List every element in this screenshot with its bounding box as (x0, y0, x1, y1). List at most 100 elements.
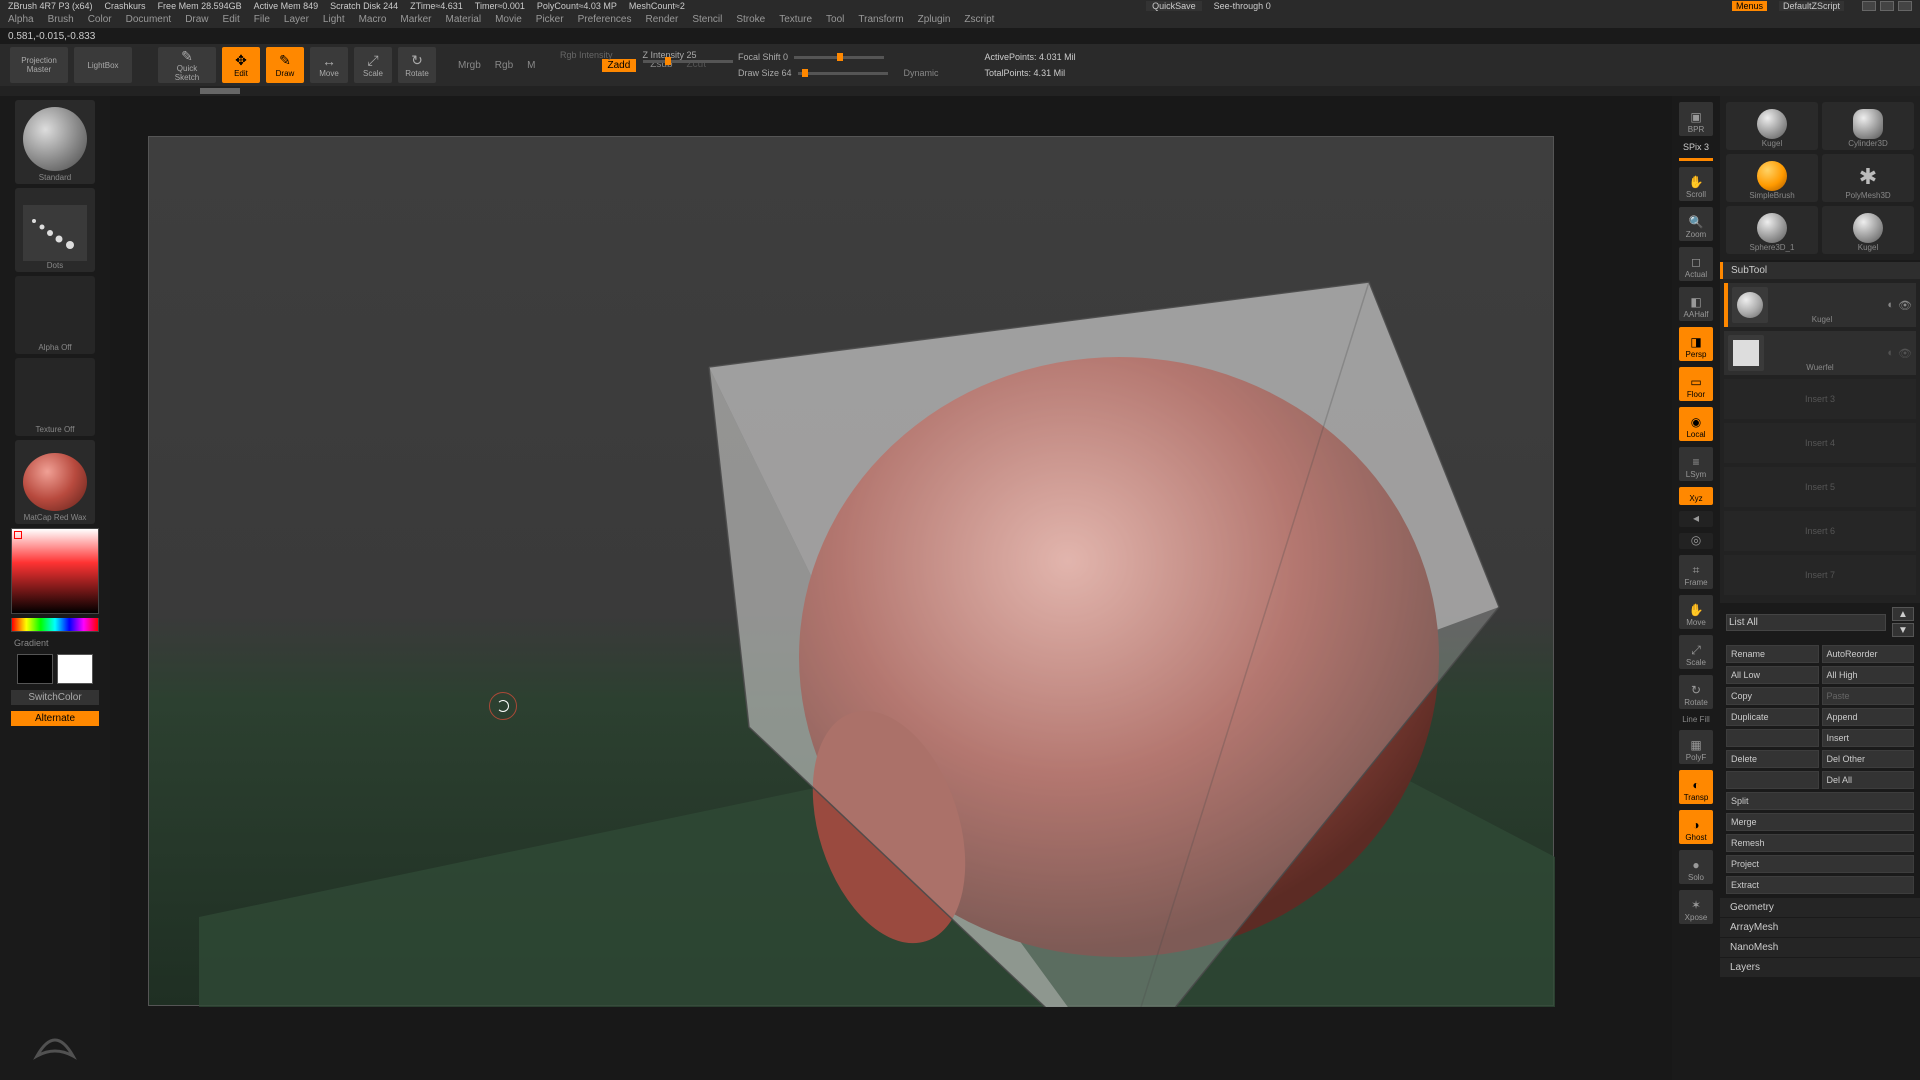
merge-button[interactable]: Merge (1726, 813, 1914, 831)
tool-sphere3d[interactable]: Sphere3D_1 (1726, 206, 1818, 254)
switchcolor-button[interactable]: SwitchColor (11, 690, 99, 705)
menu-transform[interactable]: Transform (858, 14, 903, 25)
menu-macro[interactable]: Macro (359, 14, 387, 25)
tool-cylinder[interactable]: Cylinder3D (1822, 102, 1914, 150)
eye-icon[interactable]: 👁 (1898, 347, 1912, 360)
timeline-ruler[interactable] (0, 86, 1920, 96)
persp-button[interactable]: ◨Persp (1679, 327, 1713, 361)
delother-button[interactable]: Del Other (1822, 750, 1915, 768)
menus-button[interactable]: Menus (1732, 1, 1767, 11)
fold-arraymesh[interactable]: ArrayMesh (1720, 918, 1920, 938)
scroll-button[interactable]: ✋Scroll (1679, 167, 1713, 201)
project-button[interactable]: Project (1726, 855, 1914, 873)
menu-draw[interactable]: Draw (185, 14, 208, 25)
autoreorder-button[interactable]: AutoReorder (1822, 645, 1915, 663)
quicksave-button[interactable]: QuickSave (1146, 1, 1202, 11)
polyf-button[interactable]: ▦PolyF (1679, 730, 1713, 764)
menu-zplugin[interactable]: Zplugin (918, 14, 951, 25)
close-icon[interactable] (1898, 1, 1912, 11)
split-button[interactable]: Split (1726, 792, 1914, 810)
fold-geometry[interactable]: Geometry (1720, 898, 1920, 918)
brush-vis-icon[interactable]: ◐ (1887, 299, 1894, 312)
remesh-button[interactable]: Remesh (1726, 834, 1914, 852)
menu-render[interactable]: Render (646, 14, 679, 25)
subtool-empty[interactable]: Insert 4 (1724, 423, 1916, 463)
minimize-icon[interactable] (1862, 1, 1876, 11)
focal-shift-label[interactable]: Focal Shift 0 (738, 52, 788, 62)
default-script[interactable]: DefaultZScript (1779, 1, 1844, 11)
focal-shift-slider[interactable] (794, 56, 884, 59)
brush-selector[interactable]: Standard (15, 100, 95, 184)
alpha-selector[interactable]: Alpha Off (15, 276, 95, 354)
fold-nanomesh[interactable]: NanoMesh (1720, 938, 1920, 958)
z-intensity-slider[interactable] (643, 60, 733, 63)
gradient-label[interactable]: Gradient (14, 638, 49, 648)
ghost-button[interactable]: ◑Ghost (1679, 810, 1713, 844)
menu-marker[interactable]: Marker (400, 14, 431, 25)
menu-preferences[interactable]: Preferences (578, 14, 632, 25)
subtool-empty[interactable]: Insert 6 (1724, 511, 1916, 551)
menu-stencil[interactable]: Stencil (692, 14, 722, 25)
menu-tool[interactable]: Tool (826, 14, 844, 25)
insert-button[interactable]: Insert (1822, 729, 1915, 747)
extract-button[interactable]: Extract (1726, 876, 1914, 894)
draw-size-label[interactable]: Draw Size 64 (738, 68, 792, 78)
menu-layer[interactable]: Layer (284, 14, 309, 25)
brush-vis-icon[interactable]: ◐ (1887, 347, 1894, 360)
subtool-empty[interactable]: Insert 5 (1724, 467, 1916, 507)
fold-layers[interactable]: Layers (1720, 958, 1920, 978)
dynamic-button[interactable]: Dynamic (904, 68, 939, 78)
eye-icon[interactable]: 👁 (1898, 299, 1912, 312)
delete-button[interactable]: Delete (1726, 750, 1819, 768)
draw-button[interactable]: ✎Draw (266, 47, 304, 83)
menu-texture[interactable]: Texture (779, 14, 812, 25)
swatch-black[interactable] (17, 654, 53, 684)
draw-size-slider[interactable] (798, 72, 888, 75)
paste-button[interactable]: Paste (1822, 687, 1915, 705)
tool-polymesh[interactable]: ✱PolyMesh3D (1822, 154, 1914, 202)
texture-selector[interactable]: Texture Off (15, 358, 95, 436)
menu-movie[interactable]: Movie (495, 14, 522, 25)
list-all-input[interactable] (1726, 614, 1886, 631)
rename-button[interactable]: Rename (1726, 645, 1819, 663)
maximize-icon[interactable] (1880, 1, 1894, 11)
rotate3d-button[interactable]: ↻Rotate (1679, 675, 1713, 709)
tool-kugel2[interactable]: Kugel (1822, 206, 1914, 254)
menu-brush[interactable]: Brush (48, 14, 74, 25)
subtool-empty[interactable]: Insert 3 (1724, 379, 1916, 419)
aahalf-button[interactable]: ◧AAHalf (1679, 287, 1713, 321)
bpr-button[interactable]: ▣BPR (1679, 102, 1713, 136)
xyz-button[interactable]: Xyz (1679, 487, 1713, 505)
floor-button[interactable]: ▭Floor (1679, 367, 1713, 401)
rgb-button[interactable]: Rgb (495, 60, 513, 71)
actual-button[interactable]: ◻Actual (1679, 247, 1713, 281)
stroke-selector[interactable]: Dots (15, 188, 95, 272)
scale-button[interactable]: ⤢Scale (354, 47, 392, 83)
subtool-kugel[interactable]: Kugel ◐👁 (1724, 283, 1916, 327)
transp-button[interactable]: ◐Transp (1679, 770, 1713, 804)
alternate-button[interactable]: Alternate (11, 711, 99, 726)
m-button[interactable]: M (527, 60, 535, 71)
local-button[interactable]: ◉Local (1679, 407, 1713, 441)
move3d-button[interactable]: ✋Move (1679, 595, 1713, 629)
alllow-button[interactable]: All Low (1726, 666, 1819, 684)
duplicate-button[interactable]: Duplicate (1726, 708, 1819, 726)
subtool-empty[interactable]: Insert 7 (1724, 555, 1916, 595)
menu-color[interactable]: Color (88, 14, 112, 25)
swatch-white[interactable] (57, 654, 93, 684)
quicksketch-button[interactable]: ✎Quick Sketch (158, 47, 216, 83)
subtool-header[interactable]: SubTool (1720, 262, 1920, 279)
edit-button[interactable]: ✥Edit (222, 47, 260, 83)
lsym-button[interactable]: ≡LSym (1679, 447, 1713, 481)
lightbox-button[interactable]: LightBox (74, 47, 132, 83)
subtool-wuerfel[interactable]: Wuerfel ◐👁 (1724, 331, 1916, 375)
seethrough-slider[interactable]: See-through 0 (1214, 1, 1271, 11)
move-up-button[interactable]: ▲ (1892, 607, 1914, 621)
tool-simplebrush[interactable]: SimpleBrush (1726, 154, 1818, 202)
frame-button[interactable]: ⌗Frame (1679, 555, 1713, 589)
hue-strip[interactable] (11, 618, 99, 632)
menu-material[interactable]: Material (446, 14, 482, 25)
spix-slider[interactable] (1679, 158, 1713, 161)
copy-button[interactable]: Copy (1726, 687, 1819, 705)
material-selector[interactable]: MatCap Red Wax (15, 440, 95, 524)
